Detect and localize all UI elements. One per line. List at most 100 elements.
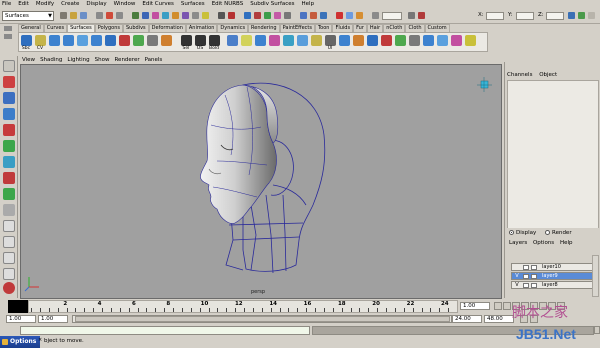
script-editor-icon[interactable] — [594, 326, 600, 334]
manipulator-tool-icon[interactable] — [3, 156, 15, 168]
current-time-field[interactable]: 1.00 — [460, 302, 490, 310]
y-field[interactable] — [516, 12, 534, 20]
highlight-selection-icon[interactable] — [228, 12, 235, 19]
x-field[interactable] — [486, 12, 504, 20]
shelf-tab-curves[interactable]: Curves — [43, 24, 68, 32]
extrude-shelf-icon[interactable] — [161, 35, 172, 46]
shelf-tab-rendering[interactable]: Rendering — [248, 24, 280, 32]
show-manip-icon[interactable] — [3, 188, 15, 200]
close-icon[interactable]: × — [38, 338, 43, 343]
revolve-shelf-icon[interactable] — [119, 35, 130, 46]
layer-color-swatch[interactable] — [531, 265, 537, 270]
select-object-icon[interactable] — [106, 12, 113, 19]
fillet-shelf-icon[interactable] — [423, 35, 434, 46]
shelf-tab-toon[interactable]: Toon — [314, 24, 333, 32]
shelf-menu-icon[interactable] — [4, 26, 12, 31]
shelf-tab-general[interactable]: General — [18, 24, 44, 32]
shelf-tab-subdivs[interactable]: Subdivs — [123, 24, 149, 32]
panel-menu-renderer[interactable]: Renderer — [114, 56, 139, 64]
relative-mode-icon[interactable] — [418, 12, 425, 19]
shelf-tabs-icon[interactable] — [4, 34, 12, 39]
open-scene-icon[interactable] — [70, 12, 77, 19]
select-component-icon[interactable] — [116, 12, 123, 19]
shelf-tab-dynamics[interactable]: Dynamics — [217, 24, 249, 32]
animation-end-field[interactable]: 48.00 — [484, 315, 514, 323]
sculpt-shelf-icon[interactable] — [437, 35, 448, 46]
sew-shelf-icon[interactable] — [451, 35, 462, 46]
input-ops-icon[interactable] — [310, 12, 317, 19]
stitch-shelf-icon[interactable] — [353, 35, 364, 46]
menu-display[interactable]: Display — [86, 0, 106, 9]
panel-menu-panels[interactable]: Panels — [145, 56, 163, 64]
insert-isoparm-shelf-icon[interactable] — [395, 35, 406, 46]
scale-tool-icon[interactable] — [3, 140, 15, 152]
auto-key-icon[interactable] — [530, 315, 538, 323]
nurbs-cube-shelf-icon[interactable] — [49, 35, 60, 46]
select-tool-shelf-icon[interactable] — [181, 35, 192, 46]
rebuild-shelf-icon[interactable] — [367, 35, 378, 46]
help-menu[interactable]: Help — [560, 240, 573, 246]
go-to-start-icon[interactable] — [494, 302, 502, 310]
layer-row[interactable]: layer10 — [511, 263, 593, 271]
nurbs-sphere-shelf-icon[interactable] — [21, 35, 32, 46]
shelf-tab-fluids[interactable]: Fluids — [332, 24, 354, 32]
shelf-tab-painteffects[interactable]: PaintEffects — [279, 24, 315, 32]
paint-select-icon[interactable] — [3, 92, 15, 104]
menu-create[interactable]: Create — [61, 0, 79, 9]
save-scene-icon[interactable] — [80, 12, 87, 19]
current-frame-marker[interactable] — [8, 300, 28, 313]
panel-menu-shading[interactable]: Shading — [40, 56, 62, 64]
persp-graph-layout-icon[interactable] — [3, 268, 15, 280]
shelf-tab-hair[interactable]: Hair — [366, 24, 384, 32]
layer-template-toggle[interactable] — [523, 274, 529, 279]
menu-edit[interactable]: Edit — [18, 0, 29, 9]
square-shelf-icon[interactable] — [241, 35, 252, 46]
anim-prefs-icon[interactable] — [520, 315, 528, 323]
object-mode-shelf-icon[interactable] — [195, 35, 206, 46]
last-tool-icon[interactable] — [3, 204, 15, 216]
bold-shelf-icon[interactable] — [209, 35, 220, 46]
persp-outliner-layout-icon[interactable] — [3, 252, 15, 264]
intersect-shelf-icon[interactable] — [283, 35, 294, 46]
animation-start-field[interactable]: 1.00 — [6, 315, 36, 323]
z-field[interactable] — [546, 12, 564, 20]
mask-handle-icon[interactable] — [132, 12, 139, 19]
nurbs-cylinder-shelf-icon[interactable] — [63, 35, 74, 46]
attribute-editor-icon[interactable] — [568, 12, 575, 19]
render-layers-radio[interactable]: Render — [545, 230, 572, 236]
play-backward-icon[interactable] — [521, 302, 529, 310]
layer-row[interactable]: V layer9 — [511, 272, 593, 280]
nurbs-torus-shelf-icon[interactable] — [105, 35, 116, 46]
channel-box-toggle-icon[interactable] — [588, 12, 595, 19]
select-hierarchy-icon[interactable] — [96, 12, 103, 19]
bevel-shelf-icon[interactable] — [255, 35, 266, 46]
reverse-shelf-icon[interactable] — [381, 35, 392, 46]
project-curve-shelf-icon[interactable] — [297, 35, 308, 46]
output-ops-icon[interactable] — [320, 12, 327, 19]
mask-dynamic-icon[interactable] — [182, 12, 189, 19]
four-view-layout-icon[interactable] — [3, 236, 15, 248]
layer-row[interactable]: V layer8 — [511, 281, 593, 289]
options-menu[interactable]: Options — [533, 240, 554, 246]
menu-subdiv-surfaces[interactable]: Subdiv Surfaces — [250, 0, 294, 9]
menu-modify[interactable]: Modify — [36, 0, 54, 9]
input-line-field[interactable] — [382, 12, 402, 20]
shelf-tab-deformation[interactable]: Deformation — [148, 24, 186, 32]
boundary-shelf-icon[interactable] — [227, 35, 238, 46]
history-icon[interactable] — [300, 12, 307, 19]
playback-start-field[interactable]: 1.00 — [38, 315, 68, 323]
mask-joint-icon[interactable] — [142, 12, 149, 19]
layer-color-swatch[interactable] — [531, 274, 537, 279]
layer-scrollbar[interactable] — [592, 255, 599, 297]
step-forward-icon[interactable] — [548, 302, 556, 310]
mask-misc-icon[interactable] — [202, 12, 209, 19]
perspective-viewport[interactable]: persp — [20, 64, 502, 299]
shelf-tab-ncloth[interactable]: nCloth — [383, 24, 406, 32]
layers-menu[interactable]: Layers — [509, 240, 527, 246]
step-back-key-icon[interactable] — [512, 302, 520, 310]
planar-shelf-icon[interactable] — [147, 35, 158, 46]
snap-point-icon[interactable] — [264, 12, 271, 19]
snap-grid-icon[interactable] — [244, 12, 251, 19]
object-menu[interactable]: Object — [539, 72, 557, 78]
step-back-icon[interactable] — [503, 302, 511, 310]
